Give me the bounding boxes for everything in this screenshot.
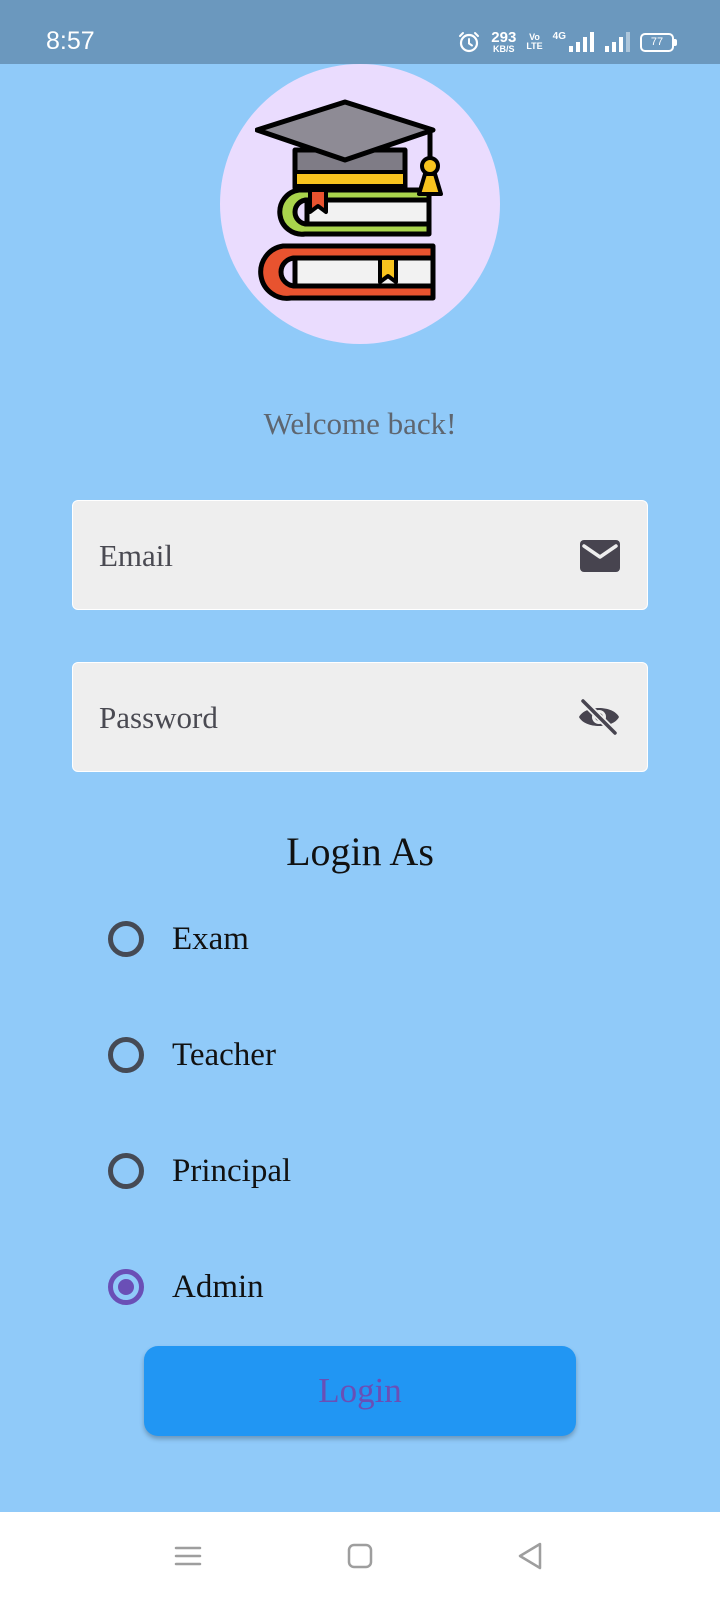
app-logo	[220, 64, 500, 344]
email-field[interactable]	[72, 500, 648, 611]
status-icons: 293 KB/S Vo LTE 4G 77	[457, 30, 677, 54]
mail-icon	[580, 540, 620, 572]
volte-indicator: Vo LTE	[526, 33, 542, 51]
signal-icon: 4G	[553, 32, 594, 52]
graduation-books-icon	[255, 99, 443, 301]
battery-icon: 77	[640, 32, 677, 52]
radio-option-admin[interactable]: Admin	[108, 1264, 264, 1310]
home-icon[interactable]	[344, 1540, 376, 1572]
welcome-text: Welcome back!	[263, 406, 457, 441]
network-type: 4G	[552, 31, 566, 42]
signal-bars-1	[569, 32, 594, 52]
radio-label-exam[interactable]: Exam	[172, 921, 249, 958]
battery-level: 77	[650, 36, 664, 48]
email-input[interactable]	[97, 501, 541, 611]
radio-label-admin[interactable]: Admin	[172, 1269, 264, 1306]
password-field[interactable]	[72, 662, 648, 773]
radio-label-teacher[interactable]: Teacher	[172, 1037, 276, 1074]
password-input[interactable]	[97, 663, 541, 773]
volte-bottom: LTE	[526, 41, 543, 51]
login-as-heading: Login As	[286, 829, 434, 874]
signal-icon	[605, 32, 630, 52]
radio-option-teacher[interactable]: Teacher	[108, 1032, 276, 1078]
network-speed: 293 KB/S	[491, 30, 516, 54]
network-speed-value: 293	[491, 29, 517, 46]
radio-button-principal[interactable]	[108, 1153, 144, 1189]
radio-label-principal[interactable]: Principal	[172, 1153, 291, 1190]
status-time: 8:57	[46, 27, 95, 55]
radio-button-exam[interactable]	[108, 921, 144, 957]
alarm-icon	[459, 32, 480, 53]
menu-icon[interactable]	[172, 1540, 204, 1572]
radio-option-exam[interactable]: Exam	[108, 916, 249, 962]
visibility-off-icon[interactable]	[577, 699, 621, 735]
radio-option-principal[interactable]: Principal	[108, 1148, 291, 1194]
status-bar: 8:57 293 KB/S Vo LTE 4G 77	[0, 0, 720, 64]
network-speed-unit: KB/S	[493, 44, 515, 54]
radio-button-teacher[interactable]	[108, 1037, 144, 1073]
login-button[interactable]: Login	[144, 1346, 576, 1436]
navigation-bar	[0, 1512, 720, 1600]
back-icon[interactable]	[514, 1540, 546, 1572]
radio-button-admin[interactable]	[108, 1269, 144, 1305]
